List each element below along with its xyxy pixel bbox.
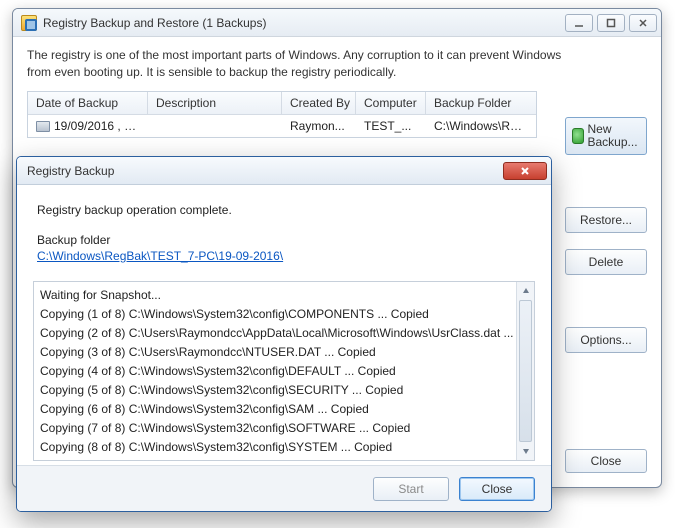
main-close-button[interactable]: Close [565,449,647,473]
intro-line1: The registry is one of the most importan… [27,48,561,62]
status-text: Registry backup operation complete. [37,203,535,217]
scroll-thumb[interactable] [519,300,532,442]
log-line: Copying (1 of 8) C:\Windows\System32\con… [40,305,510,324]
main-body: The registry is one of the most importan… [13,37,661,148]
log-line: Copying (3 of 8) C:\Users\Raymondcc\NTUS… [40,343,510,362]
delete-button[interactable]: Delete [565,249,647,275]
log-line: Waiting for Snapshot... [40,286,510,305]
backup-folder-link[interactable]: C:\Windows\RegBak\TEST_7-PC\19-09-2016\ [37,249,283,263]
app-icon [21,15,37,31]
log-box: Waiting for Snapshot... Copying (1 of 8)… [33,281,535,461]
cell-date: 19/09/2016 , 22:33 [28,115,148,137]
dialog-titlebar[interactable]: Registry Backup [17,157,551,185]
new-backup-icon [572,128,584,144]
maximize-button[interactable] [597,14,625,32]
dialog-title: Registry Backup [27,164,114,178]
log-line: Copying (7 of 8) C:\Windows\System32\con… [40,419,510,438]
log-inner[interactable]: Waiting for Snapshot... Copying (1 of 8)… [34,282,516,460]
col-desc[interactable]: Description [148,92,282,114]
dialog-body: Registry backup operation complete. Back… [17,185,551,461]
col-date[interactable]: Date of Backup [28,92,148,114]
intro-line2: from even booting up. It is sensible to … [27,65,396,79]
side-buttons: New Backup... Restore... Delete Options.… [565,117,647,353]
dialog-footer: Start Close [17,465,551,511]
cell-desc [148,115,282,137]
cell-comp: TEST_... [356,115,426,137]
log-line: Copying (6 of 8) C:\Windows\System32\con… [40,400,510,419]
dialog-close-x[interactable] [503,162,547,180]
cell-by: Raymon... [282,115,356,137]
table-row[interactable]: 19/09/2016 , 22:33 Raymon... TEST_... C:… [28,115,536,137]
new-backup-label: New Backup... [588,123,641,149]
options-button[interactable]: Options... [565,327,647,353]
backup-dialog: Registry Backup Registry backup operatio… [16,156,552,512]
main-titlebar[interactable]: Registry Backup and Restore (1 Backups) [13,9,661,37]
log-line: Copying (5 of 8) C:\Windows\System32\con… [40,381,510,400]
log-line: Copying (4 of 8) C:\Windows\System32\con… [40,362,510,381]
window-title: Registry Backup and Restore (1 Backups) [43,16,565,30]
new-backup-button[interactable]: New Backup... [565,117,647,155]
scroll-track[interactable] [517,300,534,442]
cell-folder: C:\Windows\RegB [426,115,536,137]
cell-date-text: 19/09/2016 , 22:33 [54,119,148,133]
table-header: Date of Backup Description Created By Co… [28,92,536,115]
disk-icon [36,121,50,132]
restore-button[interactable]: Restore... [565,207,647,233]
scroll-up-icon[interactable] [517,282,534,300]
log-line: Copying (2 of 8) C:\Users\Raymondcc\AppD… [40,324,510,343]
log-line: Copying (8 of 8) C:\Windows\System32\con… [40,438,510,457]
backups-table: Date of Backup Description Created By Co… [27,91,537,138]
dialog-close-button[interactable]: Close [459,477,535,501]
scroll-down-icon[interactable] [517,442,534,460]
main-close-area: Close [565,449,647,473]
col-by[interactable]: Created By [282,92,356,114]
close-window-button[interactable] [629,14,657,32]
window-buttons [565,14,657,32]
intro-text: The registry is one of the most importan… [27,47,647,81]
col-comp[interactable]: Computer [356,92,426,114]
col-folder[interactable]: Backup Folder [426,92,536,114]
backup-folder-label: Backup folder [37,233,535,247]
start-button[interactable]: Start [373,477,449,501]
minimize-button[interactable] [565,14,593,32]
log-scrollbar[interactable] [516,282,534,460]
